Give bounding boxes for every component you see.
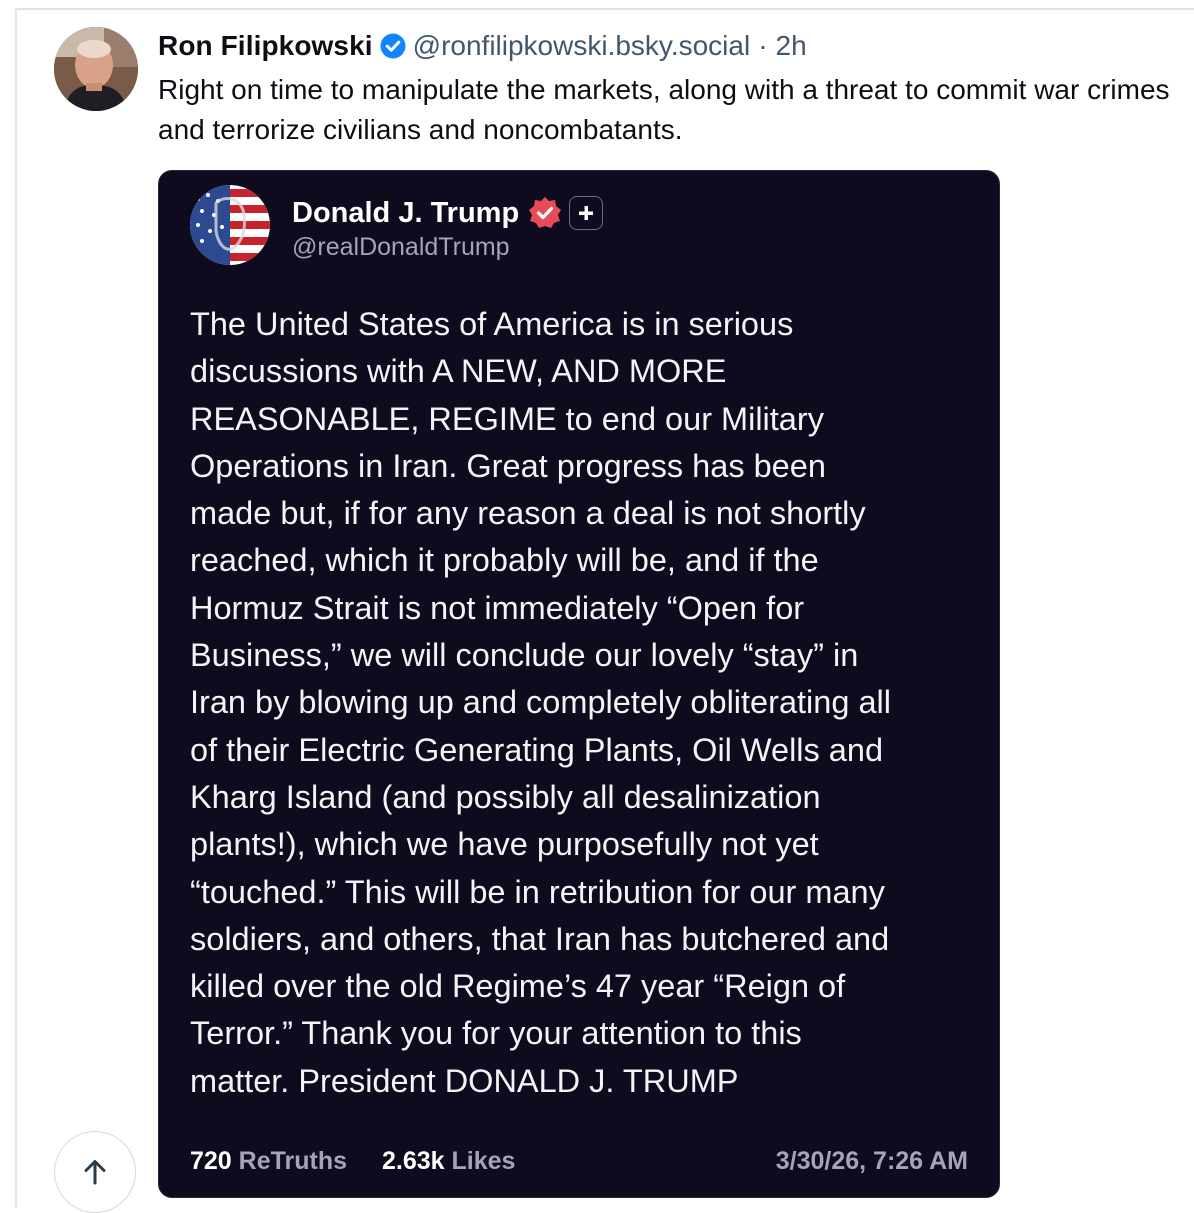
separator-dot: ·	[758, 30, 768, 61]
embed-handle: @realDonaldTrump	[292, 233, 510, 261]
embed-body-line: plants!), which we have purposefully not…	[190, 826, 819, 863]
embed-body-line: Business,” we will conclude our lovely “…	[190, 637, 859, 674]
embed-footer: 720 ReTruths 2.63k Likes 3/30/26, 7:26 A…	[190, 1147, 968, 1183]
likes-count: 2.63k	[382, 1147, 445, 1175]
top-divider	[16, 8, 1194, 10]
retruths-label: ReTruths	[238, 1147, 348, 1175]
post-header: Ron Filipkowski @ronfilipkowski.bsky.soc…	[158, 26, 1188, 66]
author-name[interactable]: Ron Filipkowski	[158, 30, 373, 62]
embed-body-text: The United States of America is in serio…	[190, 301, 990, 1105]
embed-body-line: soldiers, and others, that Iran has butc…	[190, 920, 890, 957]
embed-body-line: killed over the old Regime’s 47 year “Re…	[190, 968, 846, 1005]
verified-check-icon	[379, 32, 407, 60]
feed-left-border	[15, 8, 17, 1208]
embed-body-line: Hormuz Strait is not immediately “Open f…	[190, 589, 805, 626]
embedded-image[interactable]: Donald J. Trump @realDonaldTrump The Uni…	[158, 170, 1000, 1198]
retruths-stat: 720 ReTruths	[190, 1147, 347, 1176]
embed-author-name: Donald J. Trump	[292, 196, 520, 229]
embed-body-line: of their Electric Generating Plants, Oil…	[190, 731, 884, 768]
embed-body-line: discussions with A NEW, AND MORE	[190, 353, 727, 390]
embed-body-line: reached, which it probably will be, and …	[190, 542, 819, 579]
plus-icon	[569, 196, 604, 230]
retruths-count: 720	[190, 1147, 232, 1175]
verified-badge-icon	[527, 195, 563, 231]
author-handle[interactable]: @ronfilipkowski.bsky.social	[413, 30, 751, 62]
scroll-to-top-button[interactable]	[54, 1131, 136, 1213]
likes-stat: 2.63k Likes	[382, 1147, 515, 1176]
embed-body-line: made but, if for any reason a deal is no…	[190, 495, 866, 532]
embed-body-line: Iran by blowing up and completely oblite…	[190, 684, 891, 721]
embed-body-line: Kharg Island (and possibly all desaliniz…	[190, 778, 821, 815]
arrow-up-icon	[84, 1160, 106, 1185]
embed-date: 3/30/26, 7:26 AM	[775, 1147, 968, 1175]
embed-body-line: REASONABLE, REGIME to end our Military	[190, 400, 824, 437]
embed-body-line: “touched.” This will be in retribution f…	[190, 873, 885, 910]
embed-body-line: matter. President DONALD J. TRUMP	[190, 1062, 739, 1099]
likes-label: Likes	[451, 1147, 516, 1175]
embed-avatar	[190, 185, 270, 265]
embed-body-line: The United States of America is in serio…	[190, 306, 794, 342]
embed-body-line: Terror.” Thank you for your attention to…	[190, 1015, 802, 1052]
embed-body-line: Operations in Iran. Great progress has b…	[190, 447, 826, 484]
avatar-photo	[54, 27, 138, 111]
post-text: Right on time to manipulate the markets,…	[158, 74, 1170, 145]
embed-name-row: Donald J. Trump	[292, 191, 604, 235]
post-time[interactable]: 2h	[776, 30, 807, 62]
author-avatar[interactable]	[54, 27, 138, 111]
